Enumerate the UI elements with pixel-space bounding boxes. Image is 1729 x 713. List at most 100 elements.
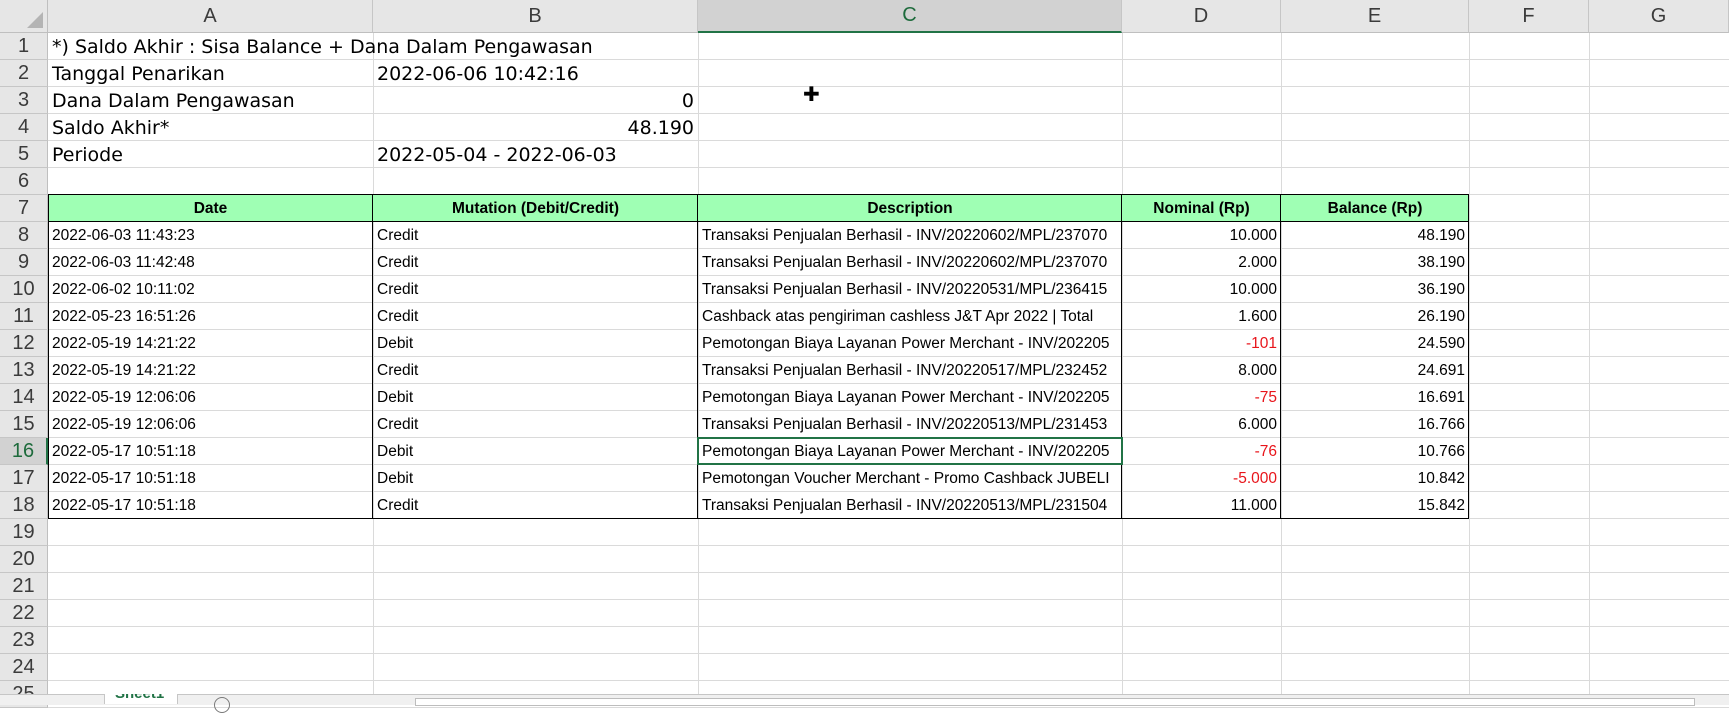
- mutation-cell[interactable]: Debit: [373, 384, 698, 411]
- row-header-3[interactable]: 3: [0, 87, 48, 114]
- nominal-cell[interactable]: 1.600: [1122, 303, 1281, 330]
- nominal-cell[interactable]: -75: [1122, 384, 1281, 411]
- mutation-cell[interactable]: Credit: [373, 411, 698, 438]
- table-header-mutation[interactable]: Mutation (Debit/Credit): [373, 195, 698, 222]
- nominal-cell[interactable]: 8.000: [1122, 357, 1281, 384]
- column-header-e[interactable]: E: [1281, 0, 1469, 33]
- row-header-15[interactable]: 15: [0, 411, 48, 438]
- row-header-13[interactable]: 13: [0, 357, 48, 384]
- description-cell[interactable]: Pemotongan Biaya Layanan Power Merchant …: [698, 330, 1122, 357]
- spreadsheet-grid[interactable]: A B C D E F G 1 2 3 4 5 6 7 8 9 10 11 12 13 14 15 16 17 18 19 20 21…: [0, 0, 1729, 713]
- column-header-a[interactable]: A: [48, 0, 373, 33]
- periode-label-cell[interactable]: Periode: [48, 141, 373, 168]
- date-cell[interactable]: 2022-05-19 14:21:22: [48, 330, 373, 357]
- mutation-cell[interactable]: Credit: [373, 492, 698, 519]
- date-cell[interactable]: 2022-05-19 12:06:06: [48, 411, 373, 438]
- row-header-23[interactable]: 23: [0, 627, 48, 654]
- dana-value-cell[interactable]: 0: [373, 87, 698, 114]
- tanggal-value-cell[interactable]: 2022-06-06 10:42:16: [373, 60, 698, 87]
- date-cell[interactable]: 2022-05-17 10:51:18: [48, 438, 373, 465]
- nominal-cell[interactable]: 2.000: [1122, 249, 1281, 276]
- column-header-g[interactable]: G: [1589, 0, 1729, 33]
- row-header-24[interactable]: 24: [0, 654, 48, 681]
- row-header-22[interactable]: 22: [0, 600, 48, 627]
- balance-cell[interactable]: 10.766: [1281, 438, 1469, 465]
- mutation-cell[interactable]: Credit: [373, 303, 698, 330]
- description-cell[interactable]: Cashback atas pengiriman cashless J&T Ap…: [698, 303, 1122, 330]
- balance-cell[interactable]: 10.842: [1281, 465, 1469, 492]
- row-header-6[interactable]: 6: [0, 168, 48, 195]
- balance-cell[interactable]: 24.691: [1281, 357, 1469, 384]
- table-header-date[interactable]: Date: [48, 195, 373, 222]
- description-cell[interactable]: Transaksi Penjualan Berhasil - INV/20220…: [698, 357, 1122, 384]
- nominal-cell[interactable]: 10.000: [1122, 276, 1281, 303]
- mutation-cell[interactable]: Credit: [373, 249, 698, 276]
- periode-value-cell[interactable]: 2022-05-04 - 2022-06-03: [373, 141, 698, 168]
- row-header-7[interactable]: 7: [0, 195, 48, 222]
- date-cell[interactable]: 2022-05-17 10:51:18: [48, 465, 373, 492]
- row-header-4[interactable]: 4: [0, 114, 48, 141]
- row-header-10[interactable]: 10: [0, 276, 48, 303]
- nominal-cell[interactable]: -76: [1122, 438, 1281, 465]
- row-header-18[interactable]: 18: [0, 492, 48, 519]
- balance-cell[interactable]: 24.590: [1281, 330, 1469, 357]
- saldo-label-cell[interactable]: Saldo Akhir*: [48, 114, 373, 141]
- description-cell[interactable]: Pemotongan Biaya Layanan Power Merchant …: [698, 384, 1122, 411]
- date-cell[interactable]: 2022-05-17 10:51:18: [48, 492, 373, 519]
- tanggal-label-cell[interactable]: Tanggal Penarikan: [48, 60, 373, 87]
- saldo-value-cell[interactable]: 48.190: [373, 114, 698, 141]
- date-cell[interactable]: 2022-05-19 14:21:22: [48, 357, 373, 384]
- nominal-cell[interactable]: 6.000: [1122, 411, 1281, 438]
- add-sheet-icon[interactable]: [214, 697, 230, 713]
- date-cell[interactable]: 2022-05-23 16:51:26: [48, 303, 373, 330]
- description-cell[interactable]: Transaksi Penjualan Berhasil - INV/20220…: [698, 411, 1122, 438]
- description-cell[interactable]: Pemotongan Voucher Merchant - Promo Cash…: [698, 465, 1122, 492]
- row-header-2[interactable]: 2: [0, 60, 48, 87]
- description-cell[interactable]: Transaksi Penjualan Berhasil - INV/20220…: [698, 276, 1122, 303]
- mutation-cell[interactable]: Credit: [373, 276, 698, 303]
- balance-cell[interactable]: 16.766: [1281, 411, 1469, 438]
- row-header-21[interactable]: 21: [0, 573, 48, 600]
- mutation-cell[interactable]: Debit: [373, 465, 698, 492]
- balance-cell[interactable]: 15.842: [1281, 492, 1469, 519]
- mutation-cell[interactable]: Credit: [373, 357, 698, 384]
- balance-cell[interactable]: 36.190: [1281, 276, 1469, 303]
- balance-cell[interactable]: 48.190: [1281, 222, 1469, 249]
- column-header-f[interactable]: F: [1469, 0, 1589, 33]
- nominal-cell[interactable]: -5.000: [1122, 465, 1281, 492]
- horizontal-scrollbar[interactable]: [415, 698, 1695, 706]
- date-cell[interactable]: 2022-05-19 12:06:06: [48, 384, 373, 411]
- nominal-cell[interactable]: 10.000: [1122, 222, 1281, 249]
- mutation-cell[interactable]: Debit: [373, 438, 698, 465]
- dana-label-cell[interactable]: Dana Dalam Pengawasan: [48, 87, 373, 114]
- sheet-tab-sheet1[interactable]: Sheet1: [104, 694, 178, 704]
- row-header-9[interactable]: 9: [0, 249, 48, 276]
- row-header-12[interactable]: 12: [0, 330, 48, 357]
- description-cell[interactable]: Transaksi Penjualan Berhasil - INV/20220…: [698, 222, 1122, 249]
- row-header-5[interactable]: 5: [0, 141, 48, 168]
- nominal-cell[interactable]: -101: [1122, 330, 1281, 357]
- date-cell[interactable]: 2022-06-03 11:42:48: [48, 249, 373, 276]
- mutation-cell[interactable]: Credit: [373, 222, 698, 249]
- nominal-cell[interactable]: 11.000: [1122, 492, 1281, 519]
- row-header-17[interactable]: 17: [0, 465, 48, 492]
- balance-cell[interactable]: 38.190: [1281, 249, 1469, 276]
- balance-cell[interactable]: 16.691: [1281, 384, 1469, 411]
- table-header-description[interactable]: Description: [698, 195, 1122, 222]
- table-header-nominal[interactable]: Nominal (Rp): [1122, 195, 1281, 222]
- select-all-button[interactable]: [0, 0, 48, 33]
- date-cell[interactable]: 2022-06-03 11:43:23: [48, 222, 373, 249]
- description-cell[interactable]: Pemotongan Biaya Layanan Power Merchant …: [698, 438, 1122, 465]
- column-header-b[interactable]: B: [373, 0, 698, 33]
- row-header-14[interactable]: 14: [0, 384, 48, 411]
- balance-cell[interactable]: 26.190: [1281, 303, 1469, 330]
- row-header-1[interactable]: 1: [0, 33, 48, 60]
- row-header-20[interactable]: 20: [0, 546, 48, 573]
- column-header-c[interactable]: C: [698, 0, 1122, 33]
- row-header-19[interactable]: 19: [0, 519, 48, 546]
- mutation-cell[interactable]: Debit: [373, 330, 698, 357]
- row-header-11[interactable]: 11: [0, 303, 48, 330]
- description-cell[interactable]: Transaksi Penjualan Berhasil - INV/20220…: [698, 492, 1122, 519]
- description-cell[interactable]: Transaksi Penjualan Berhasil - INV/20220…: [698, 249, 1122, 276]
- note-cell[interactable]: *) Saldo Akhir : Sisa Balance + Dana Dal…: [48, 33, 698, 60]
